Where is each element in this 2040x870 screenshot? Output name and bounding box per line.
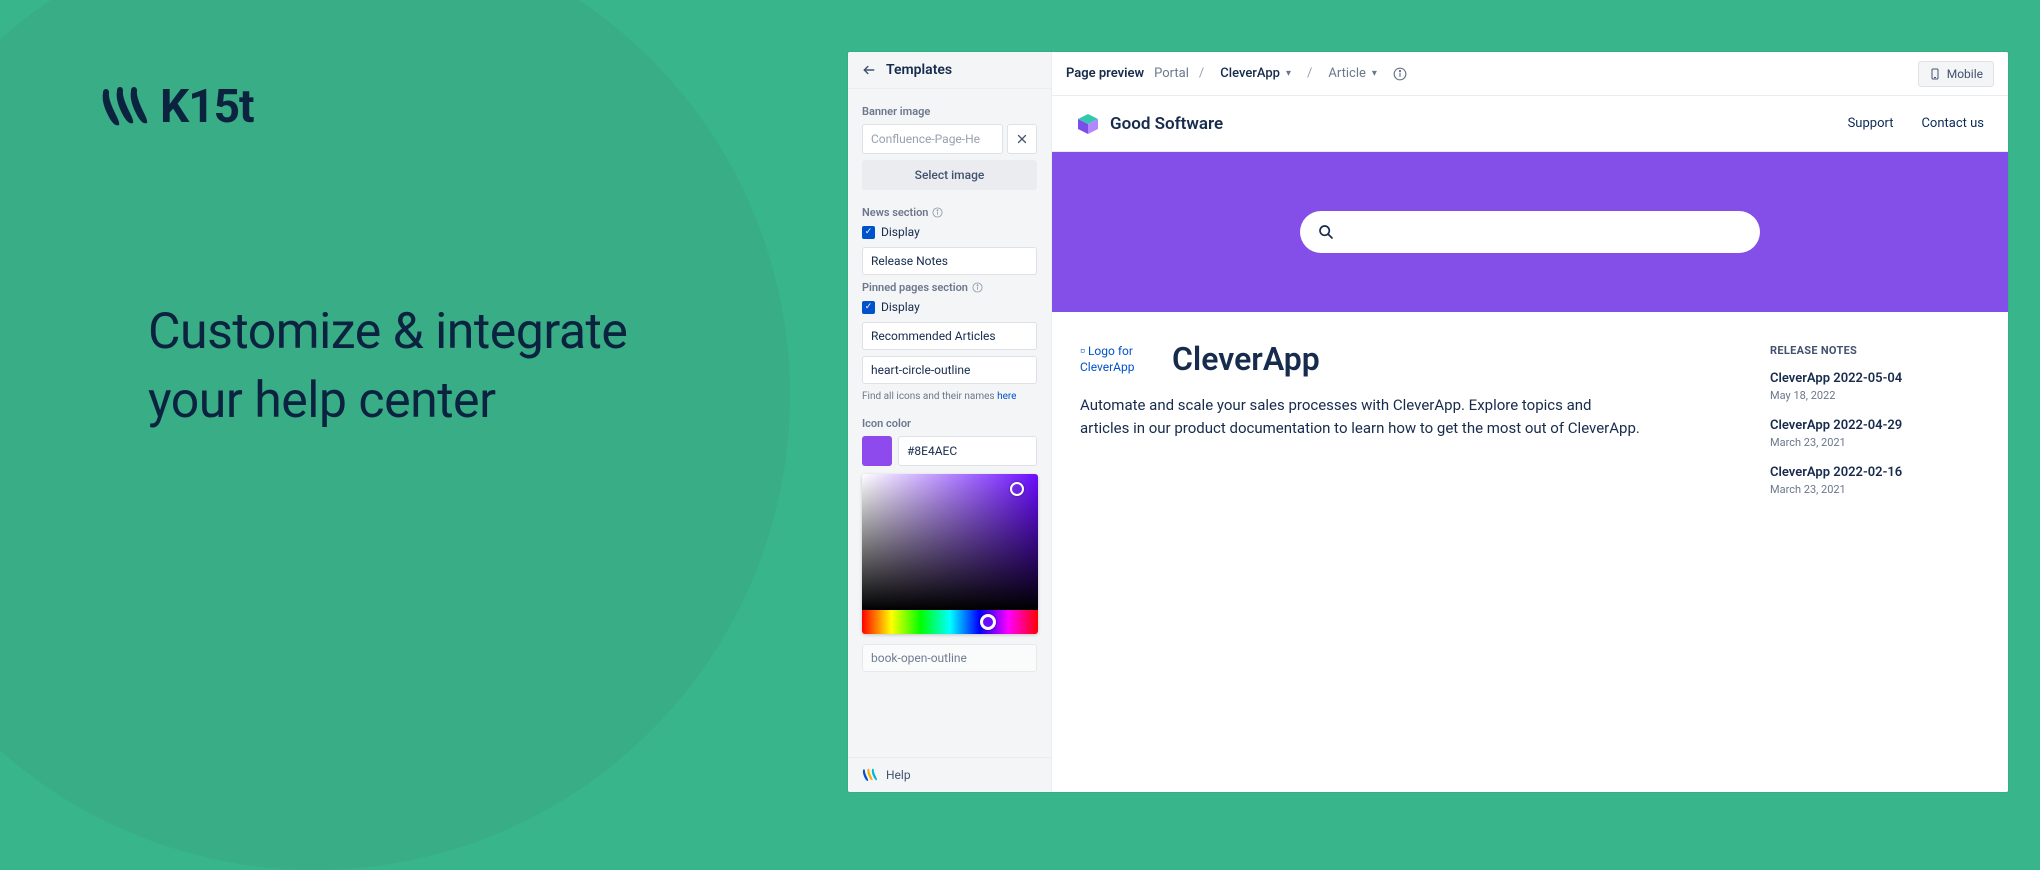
recommended-articles-field[interactable]: Recommended Articles	[862, 322, 1037, 350]
preview-topbar: Page preview Portal / CleverApp ▾ / Arti…	[1052, 52, 2008, 96]
checkbox-checked-icon: ✓	[862, 226, 875, 239]
hue-slider[interactable]	[862, 610, 1038, 634]
release-note-item[interactable]: CleverApp 2022-04-29 March 23, 2021	[1770, 418, 1974, 449]
sidebar: Templates Banner image Confluence-Page-H…	[848, 52, 1052, 792]
saturation-handle-icon[interactable]	[1010, 482, 1024, 496]
hero-banner	[1052, 152, 2008, 312]
nav-link-contact[interactable]: Contact us	[1921, 116, 1984, 131]
brand-lockup: K15t	[100, 80, 254, 134]
logo-placeholder: ▫ Logo for CleverApp	[1080, 342, 1158, 376]
info-icon[interactable]	[972, 282, 983, 293]
color-picker[interactable]	[862, 474, 1038, 634]
sidebar-title: Templates	[886, 62, 952, 78]
release-notes-heading: RELEASE NOTES	[1770, 344, 1974, 357]
mobile-toggle-button[interactable]: Mobile	[1918, 61, 1994, 87]
sidebar-footer[interactable]: Help	[848, 757, 1051, 792]
back-arrow-icon[interactable]	[862, 63, 876, 77]
help-icon	[862, 768, 878, 782]
chevron-down-icon: ▾	[1286, 68, 1291, 79]
release-notes-sidebar: RELEASE NOTES CleverApp 2022-05-04 May 18…	[1770, 340, 1980, 512]
chevron-down-icon: ▾	[1372, 68, 1377, 79]
release-note-item[interactable]: CleverApp 2022-02-16 March 23, 2021	[1770, 465, 1974, 496]
color-hex-input[interactable]: #8E4AEC	[898, 436, 1037, 466]
info-icon[interactable]	[1393, 67, 1407, 81]
search-icon	[1318, 224, 1334, 240]
broken-image-icon: ▫	[1080, 343, 1085, 359]
release-note-title: CleverApp 2022-04-29	[1770, 418, 1974, 433]
checkbox-checked-icon: ✓	[862, 301, 875, 314]
site-logo-icon	[1076, 112, 1100, 136]
banner-image-label: Banner image	[862, 105, 1037, 118]
sidebar-body: Banner image Confluence-Page-He Select i…	[848, 89, 1051, 757]
site-name: Good Software	[1110, 114, 1223, 134]
page-title: CleverApp	[1172, 340, 1320, 378]
release-note-date: May 18, 2022	[1770, 389, 1974, 402]
sidebar-header: Templates	[848, 52, 1051, 89]
saturation-panel[interactable]	[862, 474, 1038, 610]
help-label: Help	[886, 768, 911, 782]
color-swatch[interactable]	[862, 436, 892, 466]
release-note-item[interactable]: CleverApp 2022-05-04 May 18, 2022	[1770, 371, 1974, 402]
banner-clear-button[interactable]	[1007, 124, 1037, 154]
mobile-icon	[1929, 67, 1941, 81]
heart-icon-field[interactable]: heart-circle-outline	[862, 356, 1037, 384]
info-icon[interactable]	[932, 207, 943, 218]
page-content: ▫ Logo for CleverApp CleverApp Automate …	[1052, 312, 2008, 540]
brand-logo-icon	[100, 85, 150, 129]
content-main: ▫ Logo for CleverApp CleverApp Automate …	[1080, 340, 1746, 512]
page-preview-label: Page preview	[1066, 66, 1144, 81]
icon-color-label: Icon color	[862, 417, 1037, 430]
page-description: Automate and scale your sales processes …	[1080, 394, 1640, 441]
news-section-label: News section	[862, 206, 1037, 219]
release-note-date: March 23, 2021	[1770, 483, 1974, 496]
pinned-display-toggle[interactable]: ✓ Display	[862, 300, 1037, 314]
nav-link-support[interactable]: Support	[1848, 116, 1894, 131]
preview-pane: Page preview Portal / CleverApp ▾ / Arti…	[1052, 52, 2008, 792]
news-display-toggle[interactable]: ✓ Display	[862, 225, 1037, 239]
hue-handle-icon[interactable]	[980, 614, 996, 630]
breadcrumb-portal[interactable]: Portal	[1154, 66, 1189, 81]
marketing-headline: Customize & integrate your help center	[148, 298, 627, 436]
banner-image-input[interactable]: Confluence-Page-He	[862, 124, 1003, 154]
book-icon-field[interactable]: book-open-outline	[862, 644, 1037, 672]
release-note-date: March 23, 2021	[1770, 436, 1974, 449]
release-note-title: CleverApp 2022-05-04	[1770, 371, 1974, 386]
release-notes-field[interactable]: Release Notes	[862, 247, 1037, 275]
site-header: Good Software Support Contact us	[1052, 96, 2008, 152]
brand-name: K15t	[160, 80, 254, 134]
select-image-button[interactable]: Select image	[862, 160, 1037, 190]
icons-hint-link[interactable]: here	[997, 391, 1016, 402]
pinned-pages-label: Pinned pages section	[862, 281, 1037, 294]
icons-hint: Find all icons and their names here	[862, 390, 1037, 403]
release-note-title: CleverApp 2022-02-16	[1770, 465, 1974, 480]
search-input[interactable]	[1300, 211, 1760, 253]
app-window: Templates Banner image Confluence-Page-H…	[848, 52, 2008, 792]
breadcrumb-article-dropdown[interactable]: Article ▾	[1322, 62, 1383, 85]
breadcrumb-app-dropdown[interactable]: CleverApp ▾	[1214, 62, 1297, 85]
